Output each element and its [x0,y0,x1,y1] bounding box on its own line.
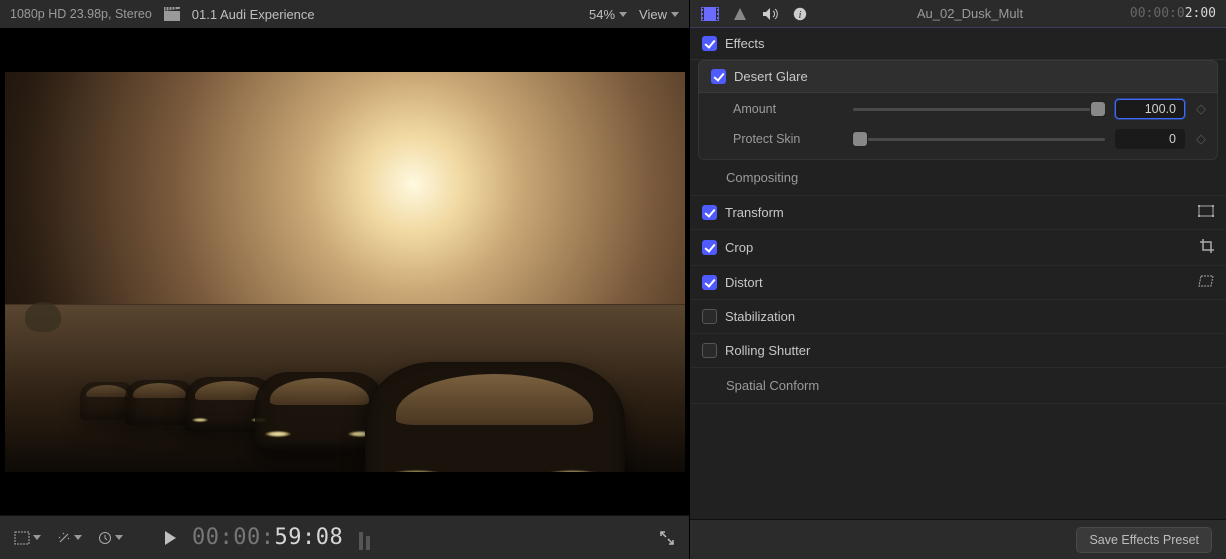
zoom-value: 54% [589,7,615,22]
distort-label: Distort [725,275,763,290]
enhance-tool-dropdown[interactable] [57,531,82,545]
viewer-toolbar: 00:00:59:08 [0,515,689,559]
play-button[interactable] [165,531,176,545]
distort-row[interactable]: Distort [690,266,1226,300]
viewer-canvas[interactable] [0,28,689,515]
stabilization-checkbox[interactable] [702,309,717,324]
effects-label: Effects [725,36,765,51]
transform-row[interactable]: Transform [690,196,1226,230]
rolling-shutter-row[interactable]: Rolling Shutter [690,334,1226,368]
effect-header[interactable]: Desert Glare [698,60,1218,93]
tc-bright: 2:00 [1185,6,1216,21]
keyframe-button[interactable]: ◇ [1195,131,1207,147]
effects-checkbox[interactable] [702,36,717,51]
viewer-header: 1080p HD 23.98p, Stereo 01.1 Audi Experi… [0,0,689,28]
slate-icon [164,7,180,21]
transform-tool-dropdown[interactable] [14,531,41,545]
chevron-down-icon [115,535,123,540]
keyframe-button[interactable]: ◇ [1195,101,1207,117]
compositing-section[interactable]: Compositing [690,160,1226,196]
chevron-down-icon [33,535,41,540]
tab-video[interactable] [700,4,720,24]
tc-dim: 00:00:0 [1130,6,1185,21]
tab-color[interactable] [730,4,750,24]
view-label: View [639,7,667,22]
inspector-pane: i Au_02_Dusk_Mult 00:00:02:00 Effects De… [690,0,1226,559]
inspector-clip-name: Au_02_Dusk_Mult [820,6,1120,21]
effects-section[interactable]: Effects [690,28,1226,60]
distort-checkbox[interactable] [702,275,717,290]
inspector-header: i Au_02_Dusk_Mult 00:00:02:00 [690,0,1226,28]
param-name: Amount [733,102,843,116]
tab-info[interactable]: i [790,4,810,24]
crop-checkbox[interactable] [702,240,717,255]
chevron-down-icon [74,535,82,540]
timecode-dim: 00:00: [192,525,274,550]
timecode-display[interactable]: 00:00:59:08 [192,525,343,550]
param-amount-row: Amount 100.0 ◇ [733,99,1207,119]
inspector-footer: Save Effects Preset [690,519,1226,559]
param-protect-skin-row: Protect Skin 0 ◇ [733,129,1207,149]
stabilization-label: Stabilization [725,309,795,324]
protect-skin-value-field[interactable]: 0 [1115,129,1185,149]
chevron-down-icon [619,12,627,17]
transform-label: Transform [725,205,784,220]
inspector-body: Effects Desert Glare Amount 100.0 ◇ Prot… [690,28,1226,519]
zoom-dropdown[interactable]: 54% [589,7,627,22]
rolling-shutter-label: Rolling Shutter [725,343,810,358]
timecode-bright: 59:08 [274,525,343,550]
chevron-down-icon [671,12,679,17]
transform-checkbox[interactable] [702,205,717,220]
distort-icon[interactable] [1198,275,1214,290]
param-name: Protect Skin [733,132,843,146]
save-effects-preset-button[interactable]: Save Effects Preset [1076,527,1212,553]
video-frame [5,72,685,472]
spatial-conform-section[interactable]: Spatial Conform [690,368,1226,404]
effect-name: Desert Glare [734,69,808,84]
transform-icon[interactable] [1198,205,1214,220]
svg-text:i: i [799,10,802,21]
amount-value-field[interactable]: 100.0 [1115,99,1185,119]
viewer-pane: 1080p HD 23.98p, Stereo 01.1 Audi Experi… [0,0,690,559]
inspector-duration: 00:00:02:00 [1130,6,1216,21]
crop-label: Crop [725,240,753,255]
protect-skin-slider[interactable] [853,131,1105,147]
retime-tool-dropdown[interactable] [98,531,123,545]
clip-format: 1080p HD 23.98p, Stereo [10,7,152,21]
tab-audio[interactable] [760,4,780,24]
stabilization-row[interactable]: Stabilization [690,300,1226,334]
rolling-shutter-checkbox[interactable] [702,343,717,358]
effect-params: Amount 100.0 ◇ Protect Skin 0 ◇ [698,93,1218,160]
effect-enable-checkbox[interactable] [711,69,726,84]
view-dropdown[interactable]: View [639,7,679,22]
amount-slider[interactable] [853,101,1105,117]
clip-title: 01.1 Audi Experience [192,7,315,22]
fullscreen-button[interactable] [659,530,675,546]
audio-meter [359,526,383,550]
crop-row[interactable]: Crop [690,230,1226,266]
crop-icon[interactable] [1200,239,1214,256]
